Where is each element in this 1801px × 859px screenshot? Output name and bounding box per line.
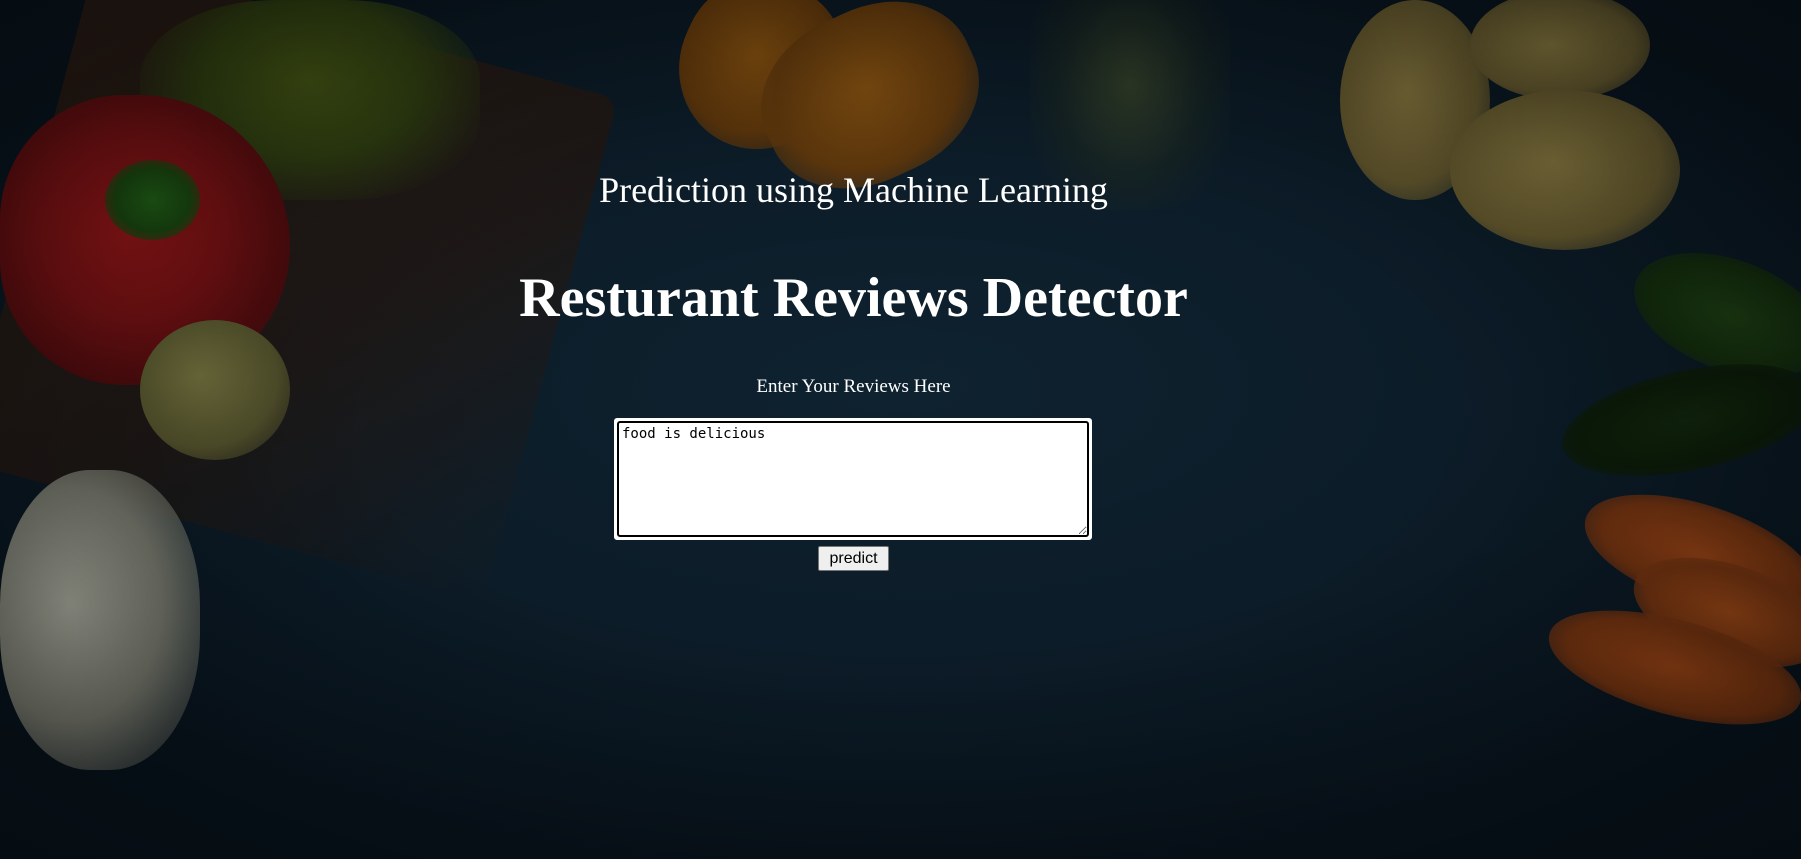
review-textarea[interactable]: food is delicious <box>617 421 1089 537</box>
review-label: Enter Your Reviews Here <box>756 376 951 397</box>
predict-button[interactable]: predict <box>818 546 889 571</box>
page-title: Resturant Reviews Detector <box>519 267 1188 329</box>
page-subtitle: Prediction using Machine Learning <box>599 170 1108 210</box>
review-input-wrapper: food is delicious <box>614 418 1092 540</box>
